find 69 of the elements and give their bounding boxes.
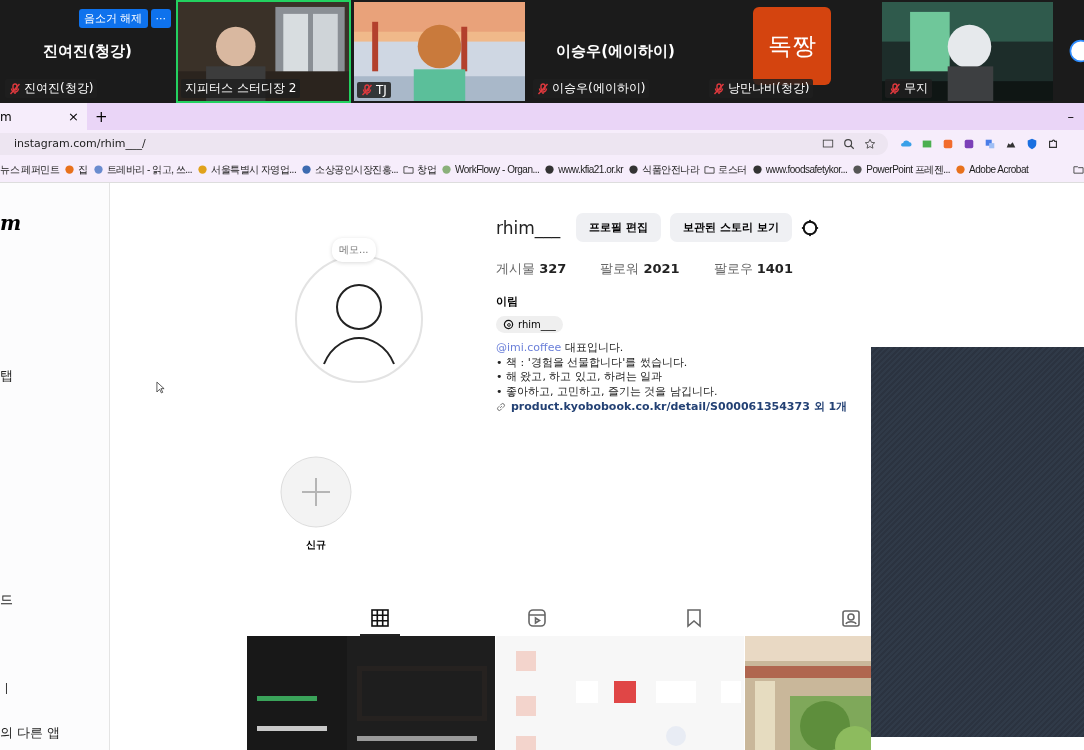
profile-link[interactable]: product.kyobobook.co.kr/detail/S000061354373 외 1개 — [511, 399, 848, 414]
folder-icon[interactable] — [1073, 164, 1084, 175]
bookmark[interactable]: 식품안전나라 — [628, 162, 700, 177]
mouse-cursor-icon — [156, 381, 165, 394]
sidebar-item[interactable]: ㅣ — [0, 680, 13, 698]
install-app-icon[interactable] — [822, 137, 834, 150]
bookmark[interactable]: www.kfia21.or.kr — [544, 164, 624, 175]
bookmark[interactable]: 서울특별시 자영업... — [197, 162, 297, 177]
new-tab-button[interactable]: + — [95, 107, 108, 126]
site-icon — [628, 164, 640, 175]
bio-text: @imi.coffee 대표입니다. • 책 : '경험을 선물합니다'를 썼습니다. • 해 왔고, 하고 있고, 하려는 일과 • 좋아하고, 고민하고, 즐기는 것을 남깁니다. — [496, 341, 719, 399]
extension-icon[interactable] — [963, 137, 975, 150]
profile-name: 이림 — [496, 294, 519, 309]
settings-icon[interactable] — [800, 218, 819, 237]
site-icon — [751, 164, 763, 175]
logo-text[interactable]: m — [0, 211, 22, 235]
browser-tab[interactable]: m × — [0, 103, 87, 130]
profile-stat[interactable]: 팔로우 1401 — [713, 260, 793, 278]
site-icon — [301, 164, 313, 175]
address-bar[interactable]: instagram.com/rhim___/ — [0, 132, 888, 155]
grid-icon — [370, 608, 390, 628]
minimize-button[interactable]: – — [1067, 109, 1074, 124]
bookmark[interactable]: 트레바리 - 읽고, 쓰... — [92, 162, 193, 177]
site-icon — [852, 164, 864, 175]
site-icon — [64, 164, 76, 175]
bookmark-icon — [684, 608, 704, 628]
sidebar-item[interactable]: 드 — [0, 591, 13, 609]
participant-name: 진여진(청강) — [43, 42, 132, 61]
username: rhim___ — [496, 217, 561, 238]
bookmark[interactable]: 뉴스 페퍼민트 — [0, 162, 60, 177]
shield-icon[interactable] — [1026, 137, 1038, 150]
highlight-label: 신규 — [306, 538, 326, 552]
mention-link[interactable]: @imi.coffee — [496, 341, 562, 354]
site-icon — [197, 164, 209, 175]
folder-icon — [403, 164, 415, 175]
name-label: TJ — [357, 82, 391, 98]
more-button[interactable]: ··· — [150, 9, 171, 28]
profile-button[interactable]: 프로필 편집 — [576, 213, 662, 242]
site-icon — [92, 164, 104, 175]
participant-name: 이승우(에이하이) — [556, 42, 675, 61]
profile-stat[interactable]: 게시물 327 — [496, 260, 567, 278]
site-icon — [441, 164, 453, 175]
bookmark[interactable]: 창업 — [403, 162, 437, 177]
site-icon — [544, 164, 556, 175]
profile-button[interactable]: 보관된 스토리 보기 — [670, 213, 792, 242]
bookmark[interactable]: WorkFlowy - Organ... — [441, 164, 540, 175]
zoom-icon[interactable] — [843, 137, 855, 150]
folder-icon — [704, 164, 716, 175]
translate-icon[interactable] — [984, 137, 996, 150]
cloud-icon[interactable] — [900, 137, 912, 150]
name-label: 무지 — [885, 79, 932, 98]
bookmark[interactable]: Adobe Acrobat — [955, 164, 1029, 175]
link-icon — [496, 401, 506, 412]
unmute-button[interactable]: 음소거 해제 — [79, 9, 148, 28]
threads-badge[interactable]: rhim___ — [496, 316, 563, 333]
profile-stat[interactable]: 팔로워 2021 — [600, 260, 680, 278]
name-label: 지피터스 스터디장 2 — [181, 79, 301, 98]
person-icon — [841, 608, 861, 628]
bookmark[interactable]: 로스터 — [704, 162, 747, 177]
bookmark[interactable]: PowerPoint 프레젠... — [852, 162, 951, 177]
sidebar-item[interactable]: 의 다른 앱 — [0, 724, 61, 742]
bookmark[interactable]: 집 — [64, 162, 88, 177]
site-icon — [955, 164, 967, 175]
play-icon — [527, 608, 547, 628]
bookmark-star-icon[interactable] — [864, 137, 876, 150]
bookmark[interactable]: www.foodsafetykor... — [751, 164, 848, 175]
memo-bubble[interactable]: 메모... — [332, 238, 376, 262]
bookmark[interactable]: 소상공인시장진흥... — [301, 162, 399, 177]
sidebar-item[interactable]: 탭 — [0, 367, 13, 385]
